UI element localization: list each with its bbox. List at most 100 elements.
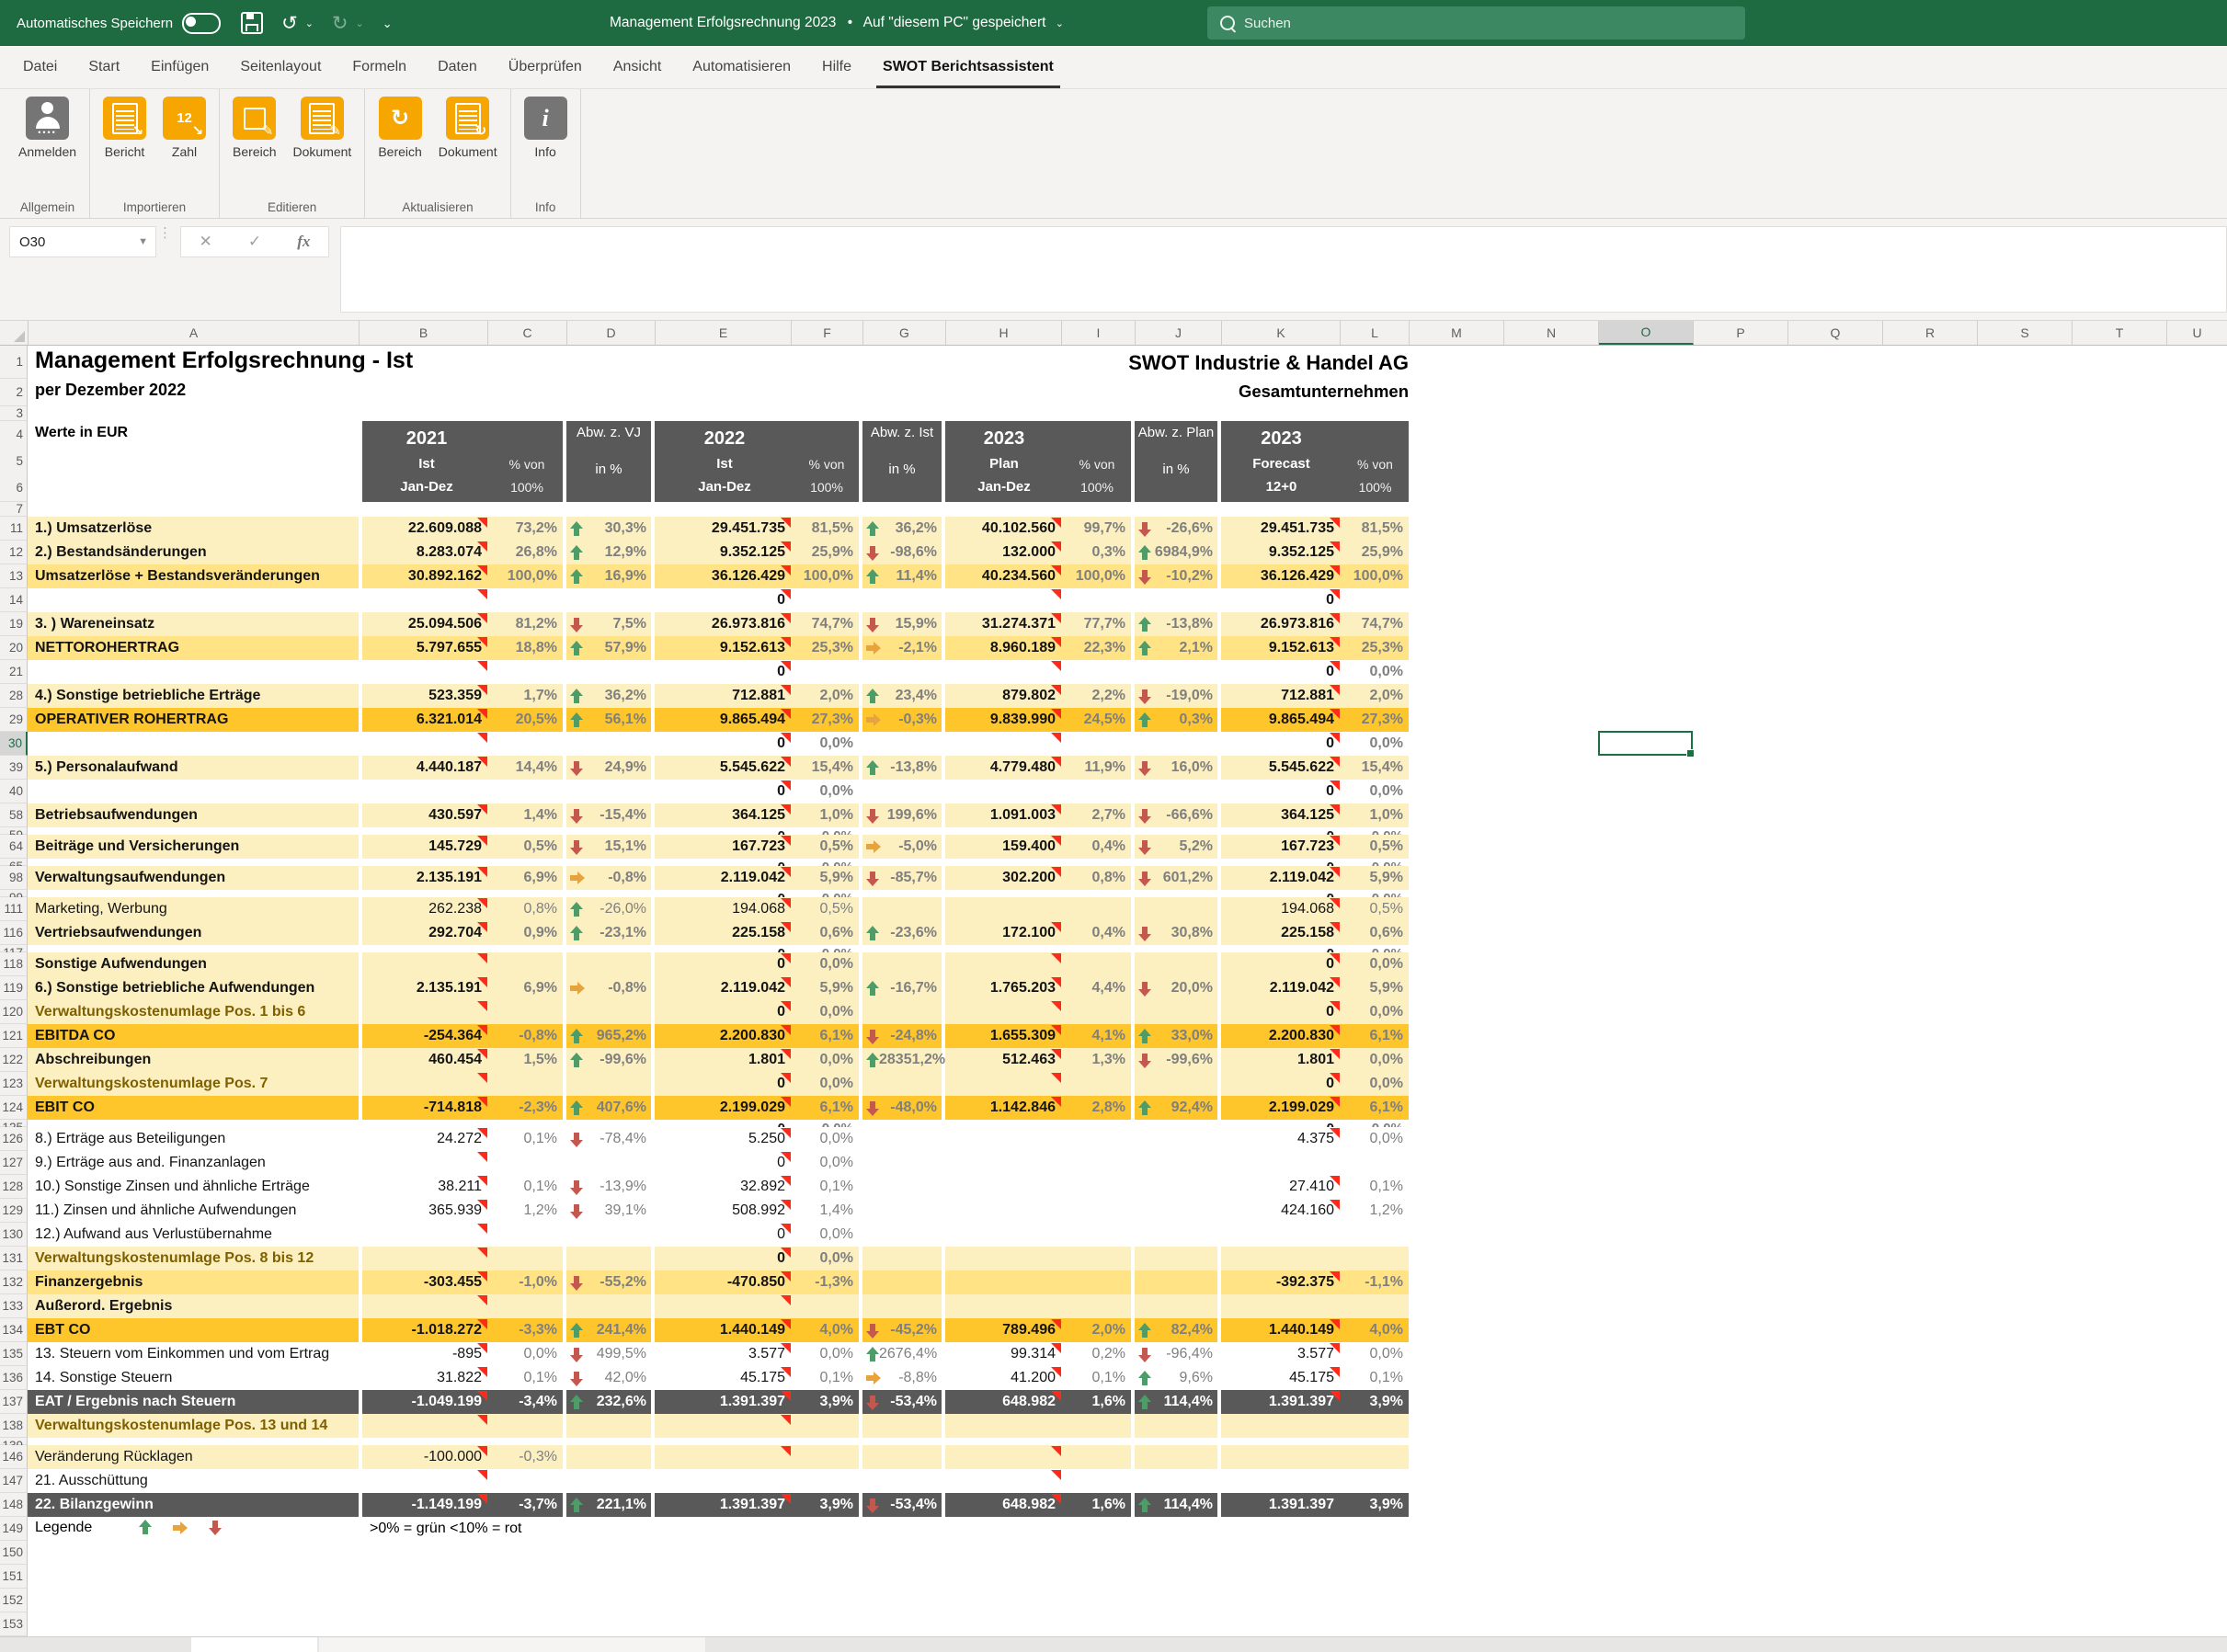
column-header-O[interactable]: O (1599, 321, 1694, 345)
cell[interactable]: 27.410 (1221, 1175, 1340, 1199)
row-header-128[interactable]: 128 (0, 1175, 28, 1199)
cell[interactable]: 0 (655, 1072, 791, 1096)
cell[interactable]: 460.454 (362, 1048, 487, 1072)
cell[interactable]: 132.000 (945, 541, 1061, 564)
cell[interactable] (1135, 1270, 1217, 1294)
cell[interactable]: 9.865.494 (1221, 708, 1340, 732)
row-20[interactable]: 20NETTOROHERTRAG5.797.65518,8%57,9%9.152… (0, 636, 2227, 660)
insert-function-icon[interactable]: fx (297, 233, 310, 251)
cell[interactable]: Verwaltungsaufwendungen (28, 866, 359, 890)
cell[interactable] (1061, 1247, 1131, 1270)
column-header-I[interactable]: I (1062, 321, 1136, 345)
cell[interactable]: 9.152.613 (655, 636, 791, 660)
tab-einf-gen[interactable]: Einfügen (135, 46, 224, 88)
cell[interactable]: 0 (1221, 1120, 1340, 1127)
cell[interactable]: 3. ) Wareneinsatz (28, 612, 359, 636)
cell[interactable]: 0 (655, 890, 791, 897)
cell[interactable]: -13,9% (566, 1175, 651, 1199)
cell[interactable]: Sonstige Aufwendungen (28, 952, 359, 976)
cell[interactable]: 22. Bilanzgewinn (28, 1493, 359, 1517)
cell[interactable]: 30,3% (566, 517, 651, 541)
cell[interactable]: -0,8% (487, 1024, 563, 1048)
cell[interactable]: 4,1% (1061, 1024, 1131, 1048)
cell[interactable]: -0,3% (487, 1445, 563, 1469)
cell[interactable]: 262.238 (362, 897, 487, 921)
tab-formeln[interactable]: Formeln (337, 46, 422, 88)
cell[interactable] (566, 1438, 651, 1445)
cell[interactable] (1221, 1151, 1340, 1175)
cell[interactable]: 232,6% (566, 1390, 651, 1414)
cell[interactable]: -55,2% (566, 1270, 651, 1294)
cell[interactable] (487, 780, 563, 803)
cell[interactable]: 424.160 (1221, 1199, 1340, 1223)
cell[interactable] (1061, 1120, 1131, 1127)
row-65[interactable]: 6500,0%00,0% (0, 859, 2227, 866)
cell[interactable]: 24,5% (1061, 708, 1131, 732)
row-header-65[interactable]: 65 (0, 859, 28, 866)
cell[interactable] (1135, 827, 1217, 835)
cell[interactable]: Veränderung Rücklagen (28, 1445, 359, 1469)
cell[interactable] (566, 1445, 651, 1469)
row-128[interactable]: 12810.) Sonstige Zinsen und ähnliche Ert… (0, 1175, 2227, 1199)
cell[interactable] (28, 1120, 359, 1127)
enter-icon[interactable]: ✓ (248, 233, 261, 251)
row-29[interactable]: 29OPERATIVER ROHERTRAG6.321.01420,5%56,1… (0, 708, 2227, 732)
cell[interactable]: 0,0% (791, 1048, 859, 1072)
cell[interactable] (862, 897, 942, 921)
saved-status[interactable]: Auf "diesem PC" gespeichert (863, 15, 1046, 30)
cell[interactable]: EBIT CO (28, 1096, 359, 1120)
cell[interactable]: 194.068 (655, 897, 791, 921)
cell[interactable] (28, 945, 359, 952)
cell[interactable]: -19,0% (1135, 684, 1217, 708)
cell[interactable] (566, 1414, 651, 1438)
cell[interactable] (945, 945, 1061, 952)
cell[interactable]: -26,0% (566, 897, 651, 921)
cell[interactable] (566, 732, 651, 756)
cell[interactable]: 1,2% (487, 1199, 563, 1223)
cell[interactable] (487, 1072, 563, 1096)
cell[interactable] (362, 660, 487, 684)
cell[interactable]: 9.352.125 (1221, 541, 1340, 564)
cell[interactable]: 14. Sonstige Steuern (28, 1366, 359, 1390)
cell[interactable]: 0 (655, 780, 791, 803)
row-header-124[interactable]: 124 (0, 1096, 28, 1120)
cell[interactable]: 1.391.397 (655, 1390, 791, 1414)
cell[interactable]: 2,0% (1340, 684, 1409, 708)
cell[interactable]: 0,0% (791, 1342, 859, 1366)
cell[interactable]: 22,3% (1061, 636, 1131, 660)
cell[interactable] (862, 945, 942, 952)
cell[interactable] (791, 588, 859, 612)
cell[interactable]: -1,3% (791, 1270, 859, 1294)
row-header-133[interactable]: 133 (0, 1294, 28, 1318)
cell[interactable]: 0,0% (487, 1342, 563, 1366)
cell[interactable]: 225.158 (1221, 921, 1340, 945)
cell[interactable]: 0,0% (791, 780, 859, 803)
cell[interactable]: 2,0% (791, 684, 859, 708)
row-header-99[interactable]: 99 (0, 890, 28, 897)
row-header-146[interactable]: 146 (0, 1445, 28, 1469)
cell[interactable]: -0,8% (566, 976, 651, 1000)
cell[interactable] (1340, 1414, 1409, 1438)
cell[interactable]: 27,3% (791, 708, 859, 732)
row-149[interactable]: 149Legende>0% = grün <10% = rot (0, 1517, 2227, 1541)
cell[interactable]: 4.779.480 (945, 756, 1061, 780)
cell[interactable] (362, 945, 487, 952)
cell[interactable] (28, 588, 359, 612)
cell[interactable]: 25,9% (791, 541, 859, 564)
cell[interactable] (1135, 1151, 1217, 1175)
cell[interactable]: 1.391.397 (655, 1493, 791, 1517)
cell[interactable]: 0,6% (1340, 921, 1409, 945)
row-152[interactable]: 152 (0, 1589, 2227, 1612)
cell[interactable]: 0,0% (1340, 952, 1409, 976)
cell[interactable]: -1,0% (487, 1270, 563, 1294)
cell[interactable] (1221, 1247, 1340, 1270)
cell[interactable]: 0 (655, 588, 791, 612)
cell[interactable]: 0,1% (791, 1366, 859, 1390)
cell[interactable]: 27,3% (1340, 708, 1409, 732)
cell[interactable] (487, 945, 563, 952)
cell[interactable]: 2.199.029 (655, 1096, 791, 1120)
cell[interactable]: 0 (655, 859, 791, 866)
document-title[interactable]: Management Erfolgsrechnung 2023 • Auf "d… (552, 15, 1122, 31)
cell[interactable]: 499,5% (566, 1342, 651, 1366)
cell[interactable] (1135, 780, 1217, 803)
